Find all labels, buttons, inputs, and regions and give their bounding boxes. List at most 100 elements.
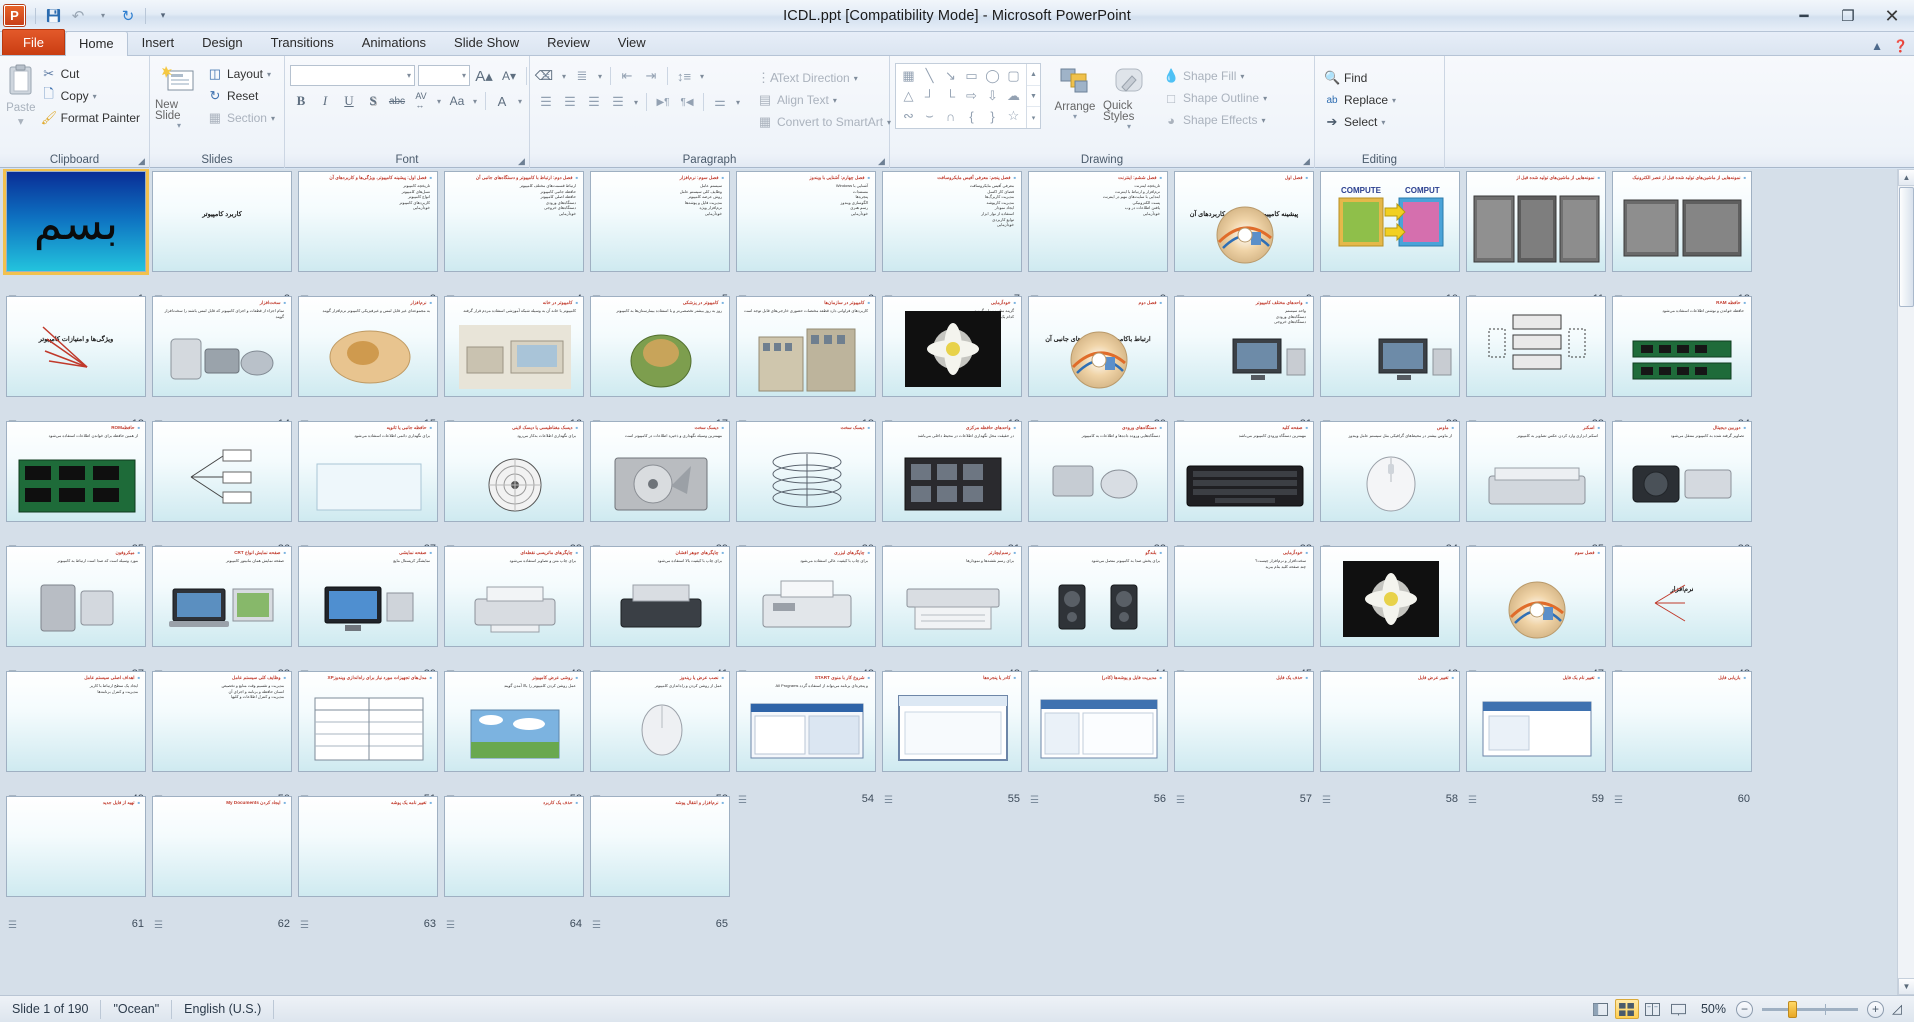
align-right-button[interactable]: ☰ — [583, 92, 605, 112]
format-painter-button[interactable]: 🖌 Format Painter — [37, 107, 144, 129]
slide-thumbnail-23[interactable]: ☰23 — [1466, 296, 1606, 431]
thumbnail-frame[interactable]: ویژگی‌ها و امتیازات کامپیوتر — [6, 296, 146, 397]
elbow-connector-shape[interactable]: ┘ — [919, 86, 940, 106]
layout-dropdown-icon[interactable]: ▾ — [267, 70, 271, 79]
decrease-indent-button[interactable]: ⇤ — [616, 66, 638, 86]
tab-file[interactable]: File — [2, 29, 65, 55]
slide-thumbnail-50[interactable]: وظایف کلی سیستم عامل مدیریت و تقسیم وقت م… — [152, 671, 292, 806]
textbox-shape[interactable]: ▦ — [898, 66, 919, 86]
slide-thumbnail-9[interactable]: فصل اولپیشینه کامپیوتر، ویژگی‌ها و کاربر… — [1174, 171, 1314, 306]
replace-button[interactable]: ab Replace ▾ — [1320, 89, 1400, 111]
scrollbar-thumb[interactable] — [1899, 187, 1914, 307]
justify-dropdown-icon[interactable]: ▾ — [631, 92, 641, 112]
thumbnail-frame[interactable]: نرم‌افزار به مجموعه‌ای غیر قابل لمس و غیر… — [298, 296, 438, 397]
new-slide-button[interactable]: New Slide ▾ — [155, 61, 203, 130]
slide-thumbnail-10[interactable]: COMPUTE COMPUT ☰10 — [1320, 171, 1460, 306]
thumbnail-frame[interactable]: صفحه کلید مهمترین دستگاه ورودی کامپیوتر م… — [1174, 421, 1314, 522]
thumbnail-frame[interactable]: ماوس از ماوس بیشتر در محیط‌های گرافیکی مث… — [1320, 421, 1460, 522]
down-arrow-shape[interactable]: ⇩ — [982, 86, 1003, 106]
minimize-button[interactable]: ━ — [1782, 2, 1826, 30]
zoom-slider-handle[interactable] — [1788, 1000, 1797, 1018]
slide-thumbnail-42[interactable]: چاپگرهای لیزری برای چاپ با کیفیت عالی است… — [736, 546, 876, 681]
slide-thumbnail-3[interactable]: فصل اول: پیشینه کامپیوتر، ویژگی‌ها و کار… — [298, 171, 438, 306]
right-arrow-shape[interactable]: ⇨ — [961, 86, 982, 106]
numbering-dropdown-icon[interactable]: ▾ — [595, 66, 605, 86]
slide-thumbnail-2[interactable]: کاربرد کامپیوتر ☰2 — [152, 171, 292, 306]
freeform-shape[interactable]: ∾ — [898, 106, 919, 126]
thumbnail-frame[interactable]: نرم‌افزار و انتقال پوشه — [590, 796, 730, 897]
star-shape[interactable]: ☆ — [1003, 106, 1024, 126]
quick-styles-button[interactable]: Quick Styles ▾ — [1103, 63, 1155, 131]
undo-dropdown-icon[interactable]: ▾ — [92, 5, 114, 27]
slide-thumbnail-6[interactable]: فصل چهارم: آشنایی با ویندوز آشنایی با Win… — [736, 171, 876, 306]
oval-shape[interactable]: ◯ — [982, 66, 1003, 86]
slide-thumbnail-41[interactable]: چاپگرهای جوهر افشان برای چاپ با کیفیت بال… — [590, 546, 730, 681]
shrink-font-icon[interactable]: A▾ — [498, 66, 520, 86]
powerpoint-logo-icon[interactable]: P — [4, 5, 25, 26]
slide-thumbnail-43[interactable]: رسم‌ایچارتر برای رسم نقشه‌ها و نمودارها ☰4… — [882, 546, 1022, 681]
slide-thumbnail-53[interactable]: نصب عرض یا ریندوز عمل از روشن کردن و راه‌… — [590, 671, 730, 806]
shape-fill-button[interactable]: 💧 Shape Fill ▾ — [1159, 65, 1271, 87]
copy-button[interactable]: 🗋 Copy ▾ — [37, 85, 144, 107]
slide-thumbnail-62[interactable]: ایجاد کردن My Documents ☰ 62 — [152, 796, 292, 931]
undo-icon[interactable]: ↶ — [67, 5, 89, 27]
slide-thumbnail-61[interactable]: تهیه از فایل جدید ☰ 61 — [6, 796, 146, 931]
grow-font-icon[interactable]: A▴ — [473, 66, 495, 86]
language-indicator[interactable]: English (U.S.) — [172, 999, 275, 1019]
slide-thumbnail-36[interactable]: دوربین دیجیتال تصاویر گرفته شده به کامپیو… — [1612, 421, 1752, 556]
slide-thumbnail-44[interactable]: بلندگو برای پخش صدا به کامپیوتر متصل می‌ش… — [1028, 546, 1168, 681]
line-shape[interactable]: ╲ — [919, 66, 940, 86]
slide-thumbnail-32[interactable]: دستگاه‌های ورودی دستگاه‌هایی وروده داده‌ه… — [1028, 421, 1168, 556]
window-controls[interactable]: ━ ❐ ✕ — [1782, 0, 1914, 32]
help-icon[interactable]: ❓ — [1893, 39, 1908, 53]
slide-thumbnail-65[interactable]: نرم‌افزار و انتقال پوشه ☰ 65 — [590, 796, 730, 931]
tab-home[interactable]: Home — [64, 31, 128, 56]
slide-thumbnail-25[interactable]: حافظهROM از همین حافظه برای خواندن اطلاعا… — [6, 421, 146, 556]
align-text-button[interactable]: ▤ Align Text ▾ — [753, 89, 895, 111]
slide-thumbnail-51[interactable]: مدل‌های تجهیزات مورد نیاز برای راه‌انداز… — [298, 671, 438, 806]
arrange-dropdown-icon[interactable]: ▾ — [1073, 113, 1077, 121]
tab-view[interactable]: View — [604, 30, 660, 55]
font-name-dropdown-icon[interactable]: ▾ — [407, 71, 411, 80]
slide-thumbnail-34[interactable]: ماوس از ماوس بیشتر در محیط‌های گرافیکی مث… — [1320, 421, 1460, 556]
character-spacing-button[interactable]: AV ↔ — [410, 91, 432, 111]
slide-thumbnail-46[interactable]: ☰46 — [1320, 546, 1460, 681]
curve-shape[interactable]: ⌣ — [919, 106, 940, 126]
drawing-dialog-launcher[interactable]: ◢ — [1301, 156, 1312, 167]
slide-thumbnail-14[interactable]: سخت‌افزار تمام اجزاء از قطعات و اجزای کام… — [152, 296, 292, 431]
slide-sorter-view-button[interactable] — [1614, 999, 1639, 1019]
quick-access-toolbar[interactable]: P ↶ ▾ ↻ ▾ — [0, 0, 174, 31]
paste-button[interactable]: Paste ▾ — [5, 61, 37, 128]
slide-thumbnail-12[interactable]: نمونه‌هایی از ماشین‌های تولید شده قبل از… — [1612, 171, 1752, 306]
shape-outline-dropdown-icon[interactable]: ▾ — [1263, 94, 1267, 103]
thumbnail-frame[interactable]: فصل دوم: ارتباط با کامپیوتر و دستگاه‌های… — [444, 171, 584, 272]
zoom-level-label[interactable]: 50% — [1693, 1002, 1734, 1016]
shape-outline-button[interactable]: □ Shape Outline ▾ — [1159, 87, 1271, 109]
thumbnail-frame[interactable]: کادر یا پنجره‌ها — [882, 671, 1022, 772]
slide-thumbnail-16[interactable]: کامپیوتر در خانه کامپیوتر با خانه آن به و… — [444, 296, 584, 431]
thumbnail-frame[interactable]: تغییر نام یک فایل — [1466, 671, 1606, 772]
arc-shape[interactable]: ∩ — [940, 106, 961, 126]
text-direction-button[interactable]: ⋮A Text Direction ▾ — [753, 67, 895, 89]
slide-thumbnail-7[interactable]: فصل پنجم: معرفی آفیس مایکروسافت معرفی آفی… — [882, 171, 1022, 306]
thumbnail-frame[interactable]: حافظه جانبی یا ثانویه برای نگهداری دائمی … — [298, 421, 438, 522]
shape-effects-button[interactable]: ◕ Shape Effects ▾ — [1159, 109, 1271, 131]
thumbnail-frame[interactable]: فصل ششم: اینترنت تاریخچه اینترنتنرم‌افزار… — [1028, 171, 1168, 272]
thumbnail-frame[interactable]: نرم‌افزار — [1612, 546, 1752, 647]
font-color-dropdown-icon[interactable]: ▾ — [515, 91, 525, 111]
line-spacing-button[interactable]: ↕≡ — [673, 66, 695, 86]
text-shadow-button[interactable]: S — [362, 91, 384, 111]
rtl-direction-button[interactable]: ¶◀ — [676, 92, 698, 112]
new-slide-dropdown-icon[interactable]: ▾ — [177, 122, 181, 130]
slide-thumbnail-52[interactable]: روشی عرض کامپیوتر عمل روشن کردن کامپیوتر … — [444, 671, 584, 806]
thumbnail-frame[interactable]: نمونه‌هایی از ماشین‌های تولید شده قبل از — [1466, 171, 1606, 272]
thumbnail-frame[interactable]: دیسک سخت — [736, 421, 876, 522]
thumbnail-frame[interactable]: روشی عرض کامپیوتر عمل روشن کردن کامپیوتر … — [444, 671, 584, 772]
thumbnail-frame[interactable]: تغییر نامه یک پوشه — [298, 796, 438, 897]
thumbnail-frame[interactable] — [1320, 296, 1460, 397]
thumbnail-frame[interactable] — [1466, 296, 1606, 397]
thumbnail-frame[interactable]: اسکنر اسکنر ابزاری وارد کردن عکس تصاویر ب… — [1466, 421, 1606, 522]
underline-button[interactable]: U — [338, 91, 360, 111]
bullets-button[interactable]: ≡ — [535, 66, 557, 86]
ltr-direction-button[interactable]: ▶¶ — [652, 92, 674, 112]
